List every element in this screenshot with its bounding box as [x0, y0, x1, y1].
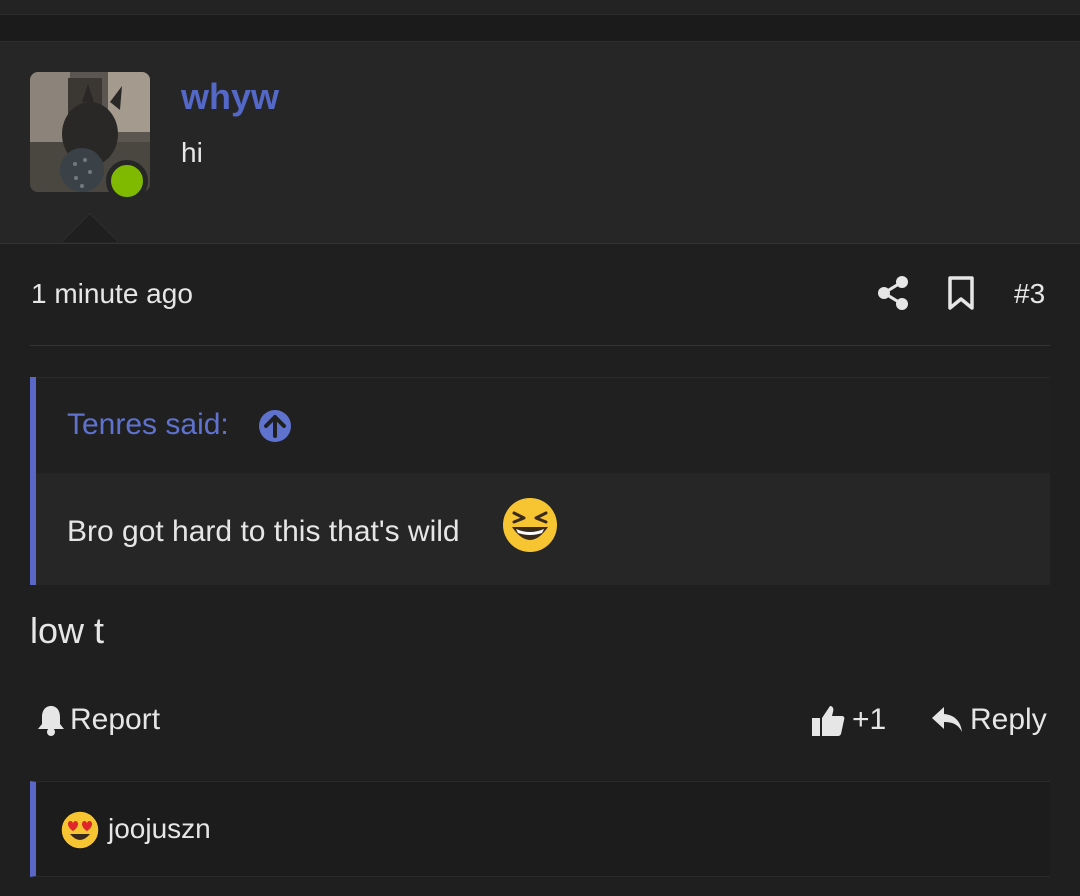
- reaction-user[interactable]: joojuszn: [108, 813, 211, 845]
- online-status-indicator: [106, 160, 148, 202]
- reactions-bar[interactable]: joojuszn: [30, 781, 1050, 877]
- spacer: [0, 15, 1080, 41]
- post-timestamp[interactable]: 1 minute ago: [31, 278, 193, 310]
- share-icon[interactable]: [876, 274, 910, 312]
- post-number-link[interactable]: #3: [1014, 278, 1045, 310]
- reply-arrow-icon: [932, 707, 962, 732]
- report-button[interactable]: Report: [36, 700, 160, 740]
- heart-eyes-emoji-icon: [60, 810, 100, 850]
- quote-author[interactable]: Tenres said:: [67, 408, 229, 442]
- post-message: low t: [30, 610, 105, 651]
- user-title: hi: [181, 137, 203, 168]
- bookmark-icon[interactable]: [946, 276, 976, 310]
- reply-button[interactable]: Reply: [930, 700, 1047, 740]
- like-button[interactable]: +1: [810, 700, 886, 740]
- header-arrow: [62, 214, 118, 242]
- like-count: +1: [852, 703, 887, 736]
- laughing-emoji-icon: [503, 498, 557, 552]
- top-bar: [0, 0, 1080, 15]
- divider: [30, 345, 1050, 346]
- quote-body: Bro got hard to this that's wild: [36, 473, 1050, 585]
- bell-icon: [38, 706, 64, 736]
- thumbs-up-icon: [812, 706, 845, 736]
- report-label: Report: [70, 703, 161, 736]
- quote-block: Tenres said: Bro got hard to this that's…: [30, 377, 1050, 585]
- quote-text: Bro got hard to this that's wild: [67, 515, 460, 548]
- post-user-header: [0, 41, 1080, 244]
- username[interactable]: whyw: [181, 76, 279, 118]
- arrow-up-circle-icon[interactable]: [258, 409, 292, 443]
- reply-label: Reply: [970, 703, 1047, 736]
- quote-header: Tenres said:: [36, 377, 1050, 474]
